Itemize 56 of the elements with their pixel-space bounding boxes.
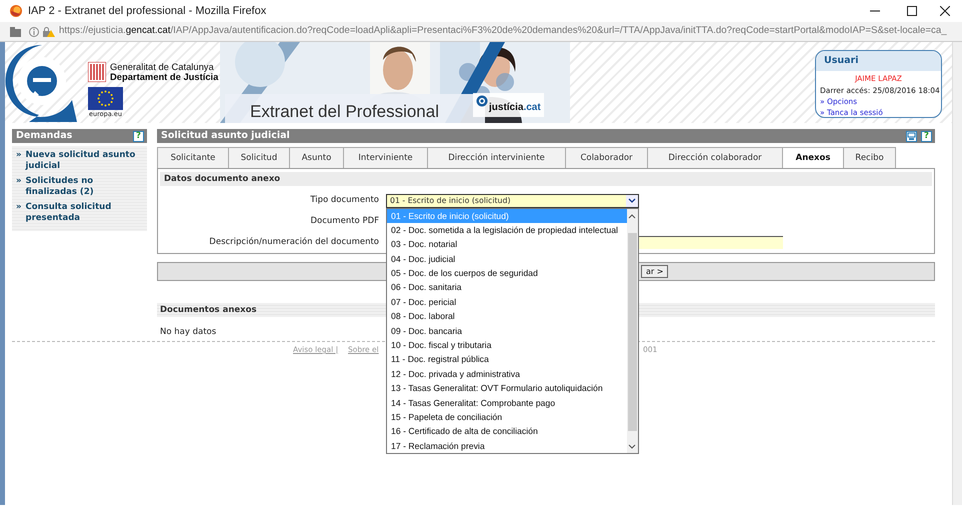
dropdown-option[interactable]: 04 - Doc. judicial [387,252,627,266]
tab[interactable]: Colaborador [566,147,648,168]
menu-link[interactable]: » Consulta solicitud presentada [12,201,147,225]
logo-icon [5,43,80,123]
window-title: IAP 2 - Extranet del professional - Mozilla Firefox [28,4,266,19]
dropdown-list[interactable] [386,208,639,454]
tab[interactable]: Solicitud [229,147,290,168]
print-icon[interactable] [906,130,917,142]
maximize-icon[interactable] [907,6,917,16]
tab[interactable]: Anexos [783,147,844,168]
dropdown-option[interactable]: 06 - Doc. sanitaria [387,280,627,295]
panel-title: Solicitud asunto judicial [161,128,290,143]
scrollbar[interactable] [952,42,962,505]
lock-warning-icon[interactable] [42,26,55,36]
department-name: Departament de Justícia [110,72,218,82]
dropdown-option[interactable]: 15 - Papeleta de conciliación [387,410,627,424]
scrollbar[interactable] [627,208,638,452]
continue-button[interactable]: ar > [641,265,668,278]
dropdown-option[interactable]: 10 - Doc. fiscal y tributaria [387,338,627,352]
dropdown-option[interactable]: 05 - Doc. de los cuerpos de seguridad [387,266,627,280]
scrollbar-thumb[interactable] [628,232,637,430]
field-label: Descripción/numeración del documento [208,236,380,249]
empty-message: No hay datos [159,326,218,339]
coat-of-arms-icon [88,62,106,82]
dropdown-option[interactable]: 17 - Reclamación previa [387,438,627,454]
folder-icon[interactable] [10,26,21,36]
tab[interactable]: Dirección interviniente [428,147,566,168]
tab[interactable]: Solicitante [157,147,229,168]
dropdown-option[interactable]: 13 - Tasas Generalitat: OVT Formulario autoliquidación [387,381,627,396]
section-header: Datos documento anexo [160,172,932,186]
dropdown-option[interactable]: 16 - Certificado de alta de conciliación [387,424,627,439]
dropdown-option[interactable]: 02 - Doc. sometida a la legislación de propiedad intelectual [387,222,627,238]
info-icon[interactable] [29,26,39,36]
eu-flag-icon [88,87,123,110]
menu-link[interactable]: » Nueva solicitud asunto judicial [12,149,147,173]
menu-link[interactable]: » Solicitudes no finalizadas (2) [12,175,147,199]
tab[interactable]: Interviniente [344,147,428,168]
organization-name: Generalitat de Catalunya [110,62,215,72]
banner-title: Extranet del Professional [225,94,485,123]
help-button[interactable]: ? [921,130,932,142]
field-label: Documento PDF [310,215,380,228]
browser-logo-icon [10,5,22,17]
close-icon[interactable] [940,6,950,16]
dropdown-option[interactable]: 09 - Doc. bancaria [387,324,627,338]
panel-title: Demandas [16,128,72,143]
dropdown-option[interactable]: 03 - Doc. notarial [387,237,627,252]
tab[interactable]: Dirección colaborador [648,147,783,168]
tab[interactable]: Asunto [290,147,344,168]
dropdown-option[interactable]: 12 - Doc. privada y administrativa [387,366,627,382]
portal-name: justícia.cat [489,101,541,115]
tab[interactable]: Recibo [844,147,896,168]
panel-title: Usuari [816,51,941,72]
field-label: Tipo documento [309,194,380,207]
dropdown-option[interactable]: 14 - Tasas Generalitat: Comprobante pago [387,396,627,410]
dropdown-option[interactable]: 11 - Doc. registral pública [387,352,627,367]
help-button[interactable]: ? [133,130,144,142]
